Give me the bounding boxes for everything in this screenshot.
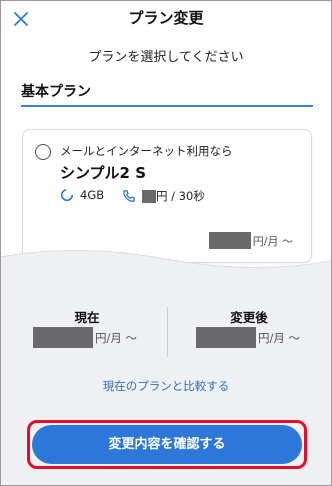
- after-price-suffix: 円/月 ～: [258, 330, 301, 345]
- current-label: 現在: [74, 310, 100, 325]
- after-price: 円/月 ～: [196, 327, 300, 348]
- current-price-suffix: 円/月 ～: [95, 330, 138, 345]
- compare-plans-link[interactable]: 現在のプランと比較する: [1, 378, 331, 394]
- plan-description: メールとインターネット利用なら: [60, 144, 233, 158]
- call-spec: 円 / 30秒: [122, 188, 205, 204]
- section-title: 基本プラン: [21, 84, 91, 100]
- current-price: 円/月 ～: [33, 327, 137, 348]
- plan-radio[interactable]: [35, 144, 51, 160]
- header-area: プラン変更 プランを選択してください 基本プラン メールとインターネット利用なら…: [1, 1, 331, 269]
- page-subtitle: プランを選択してください: [88, 50, 244, 65]
- page-title: プラン変更: [128, 9, 204, 27]
- current-price-redacted: [33, 327, 93, 348]
- plan-name: シンプル2 S: [60, 164, 147, 182]
- section-divider: [21, 105, 313, 107]
- after-label: 変更後: [230, 310, 268, 325]
- call-unit: 円 / 30秒: [156, 189, 205, 203]
- data-spec: 4GB: [60, 188, 104, 202]
- after-price-redacted: [196, 327, 256, 348]
- wave-divider: [1, 249, 331, 287]
- confirm-changes-button[interactable]: 変更内容を確認する: [32, 425, 302, 464]
- plan-change-screen: プラン変更 プランを選択してください 基本プラン メールとインターネット利用なら…: [0, 0, 332, 486]
- call-rate-redacted: [142, 189, 156, 203]
- comparison-divider: [167, 307, 168, 357]
- phone-icon: [122, 189, 136, 203]
- data-amount: 4GB: [80, 188, 105, 202]
- data-usage-icon: [60, 188, 74, 202]
